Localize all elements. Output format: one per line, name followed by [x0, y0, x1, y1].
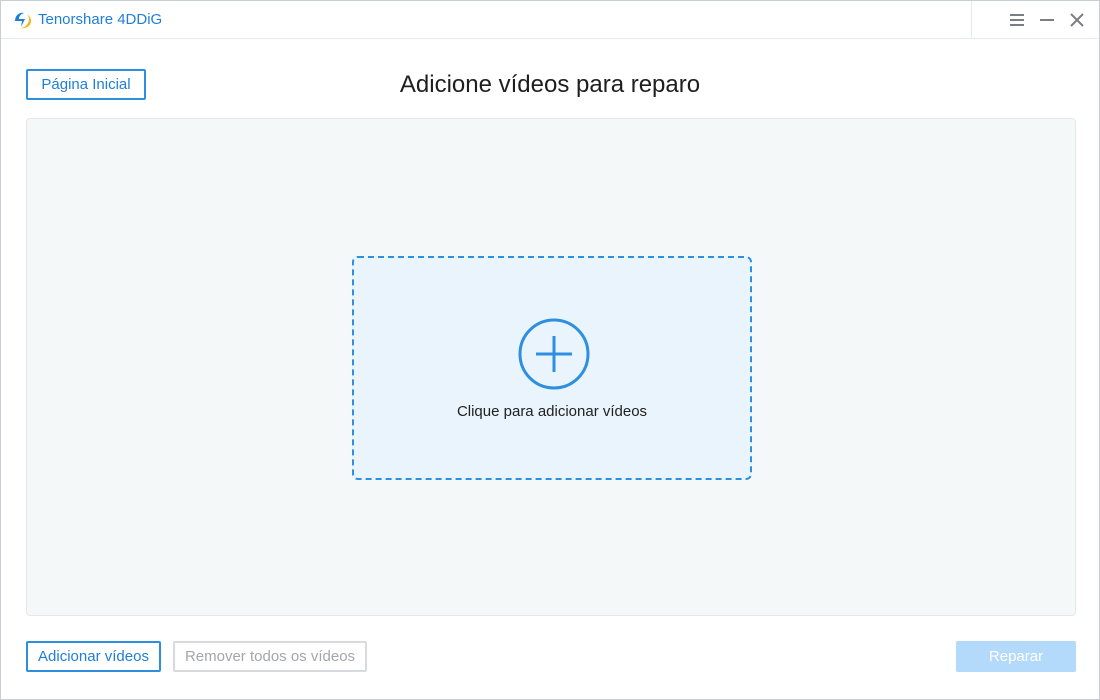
app-title: Tenorshare 4DDiG [38, 11, 163, 28]
tenorshare-logo-icon [11, 9, 33, 31]
repair-button[interactable]: Reparar [956, 641, 1076, 672]
title-bar-divider [971, 1, 972, 39]
add-videos-button[interactable]: Adicionar vídeos [26, 641, 161, 672]
title-bar: Tenorshare 4DDiG [1, 1, 1099, 39]
minimize-icon[interactable] [1036, 9, 1058, 31]
dropzone-label: Clique para adicionar vídeos [456, 403, 648, 420]
close-icon[interactable] [1066, 9, 1088, 31]
page-title: Adicione vídeos para reparo [399, 71, 701, 98]
app-window: Tenorshare 4DDiG Página Inicial Adicione… [0, 0, 1100, 700]
remove-all-videos-button[interactable]: Remover todos os vídeos [173, 641, 367, 672]
video-list-panel: Clique para adicionar vídeos [26, 118, 1076, 616]
plus-circle-icon [517, 317, 591, 391]
menu-icon[interactable] [1006, 9, 1028, 31]
add-videos-dropzone[interactable]: Clique para adicionar vídeos [352, 256, 752, 480]
